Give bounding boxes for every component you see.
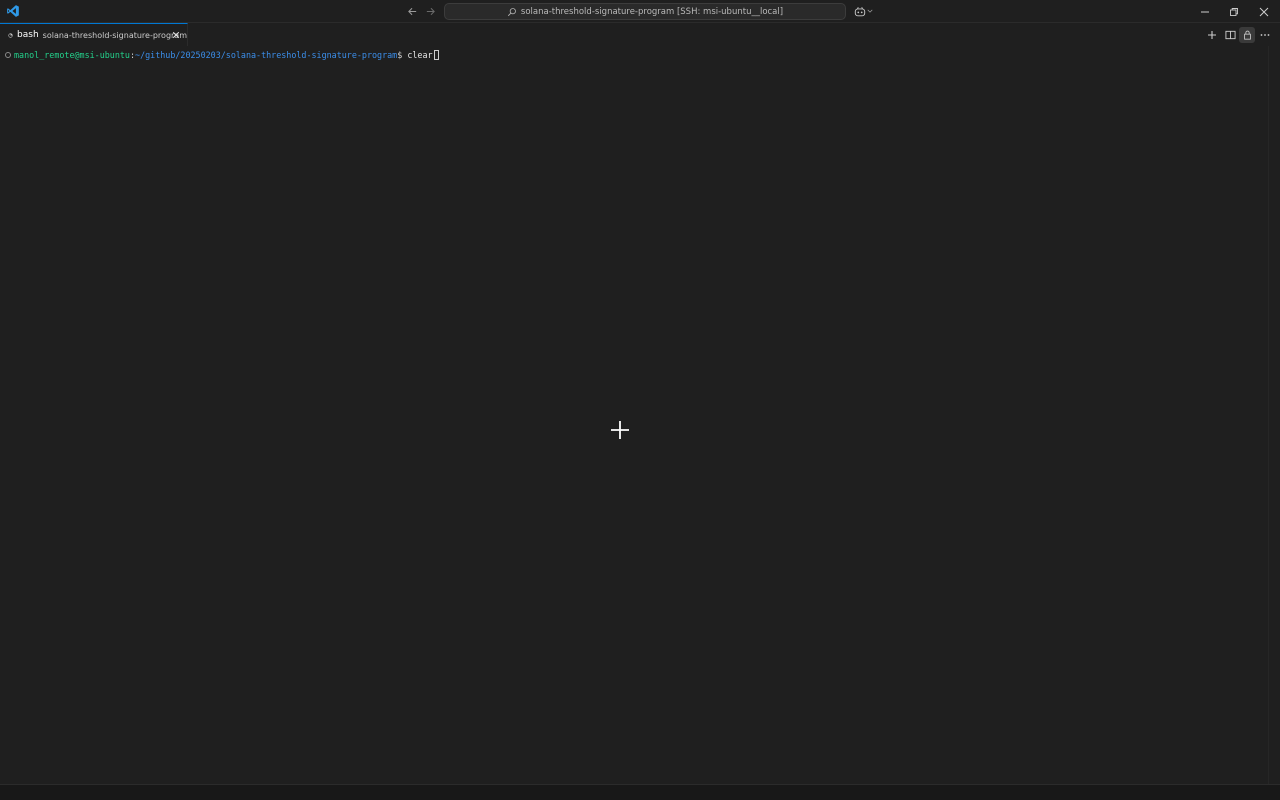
prompt-symbol: $ xyxy=(397,50,408,60)
terminal-tab-bash[interactable]: bash solana-threshold-signature-program xyxy=(0,23,188,46)
chevron-down-icon xyxy=(866,9,873,13)
prompt-user: manol_remote@msi-ubuntu xyxy=(14,50,130,60)
tab-description: solana-threshold-signature-program xyxy=(42,30,187,40)
ellipsis-icon xyxy=(1260,34,1270,36)
minimize-button[interactable] xyxy=(1190,0,1220,23)
command-center-search[interactable]: solana-threshold-signature-program [SSH:… xyxy=(444,3,846,20)
lock-button[interactable] xyxy=(1239,27,1255,43)
back-arrow-icon[interactable] xyxy=(404,3,420,19)
tab-close-icon[interactable] xyxy=(170,29,182,41)
vscode-logo-icon[interactable] xyxy=(6,4,20,18)
command-decoration-icon[interactable] xyxy=(5,52,11,58)
crosshair-cursor-icon xyxy=(611,421,629,439)
close-icon xyxy=(1259,7,1269,16)
lock-icon xyxy=(1243,30,1251,40)
split-terminal-button[interactable] xyxy=(1222,27,1238,43)
close-window-button[interactable] xyxy=(1249,0,1279,23)
title-bar: solana-threshold-signature-program [SSH:… xyxy=(0,0,1280,23)
terminal-scrollbar[interactable] xyxy=(1268,46,1280,784)
copilot-icon xyxy=(854,6,865,16)
restore-icon xyxy=(1230,7,1238,16)
split-icon xyxy=(1224,30,1236,40)
prompt-line: manol_remote@msi-ubuntu : ~/github/20250… xyxy=(5,49,439,61)
typed-command: clear xyxy=(407,50,433,60)
prompt-path: ~/github/20250203/solana-threshold-signa… xyxy=(135,50,398,60)
new-terminal-button[interactable] xyxy=(1204,27,1220,43)
plus-icon xyxy=(1208,31,1216,39)
terminal-tab-bar: bash solana-threshold-signature-program xyxy=(0,23,1280,46)
search-icon xyxy=(507,7,516,16)
terminal-panel[interactable]: manol_remote@msi-ubuntu : ~/github/20250… xyxy=(0,46,1268,784)
tab-title: bash xyxy=(17,30,39,40)
command-center-label: solana-threshold-signature-program [SSH:… xyxy=(520,6,784,17)
restore-button[interactable] xyxy=(1219,0,1249,23)
status-bar xyxy=(0,784,1280,800)
forward-arrow-icon[interactable] xyxy=(422,3,438,19)
terminal-spinner-icon xyxy=(8,32,13,38)
minimize-icon xyxy=(1201,11,1209,12)
copilot-button[interactable] xyxy=(852,3,874,19)
terminal-cursor xyxy=(433,50,439,60)
more-actions-button[interactable] xyxy=(1257,27,1273,43)
